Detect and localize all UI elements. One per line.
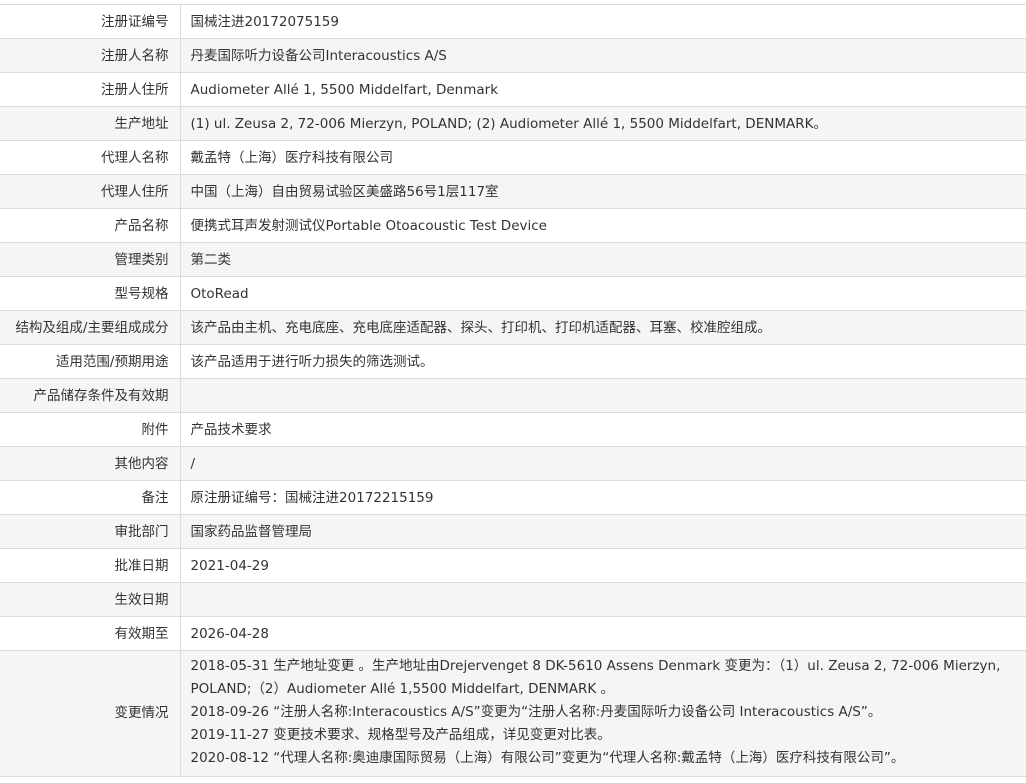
field-label: 附件 [0, 412, 181, 447]
field-value: 丹麦国际听力设备公司Interacoustics A/S [180, 38, 1026, 73]
field-value [180, 582, 1026, 617]
change-history-row: 变更情况 2018-05-31 生产地址变更 。生产地址由Drejervenge… [0, 650, 1026, 777]
field-label: 审批部门 [0, 514, 181, 549]
field-value: 第二类 [180, 242, 1026, 277]
table-row: 附件 产品技术要求 [0, 412, 1026, 447]
table-row: 批准日期 2021-04-29 [0, 548, 1026, 583]
field-value: 便携式耳声发射测试仪Portable Otoacoustic Test Devi… [180, 208, 1026, 243]
field-label: 型号规格 [0, 276, 181, 311]
field-value: / [180, 446, 1026, 481]
table-row: 备注 原注册证编号：国械注进20172215159 [0, 480, 1026, 515]
field-value: OtoRead [180, 276, 1026, 311]
table-row: 产品储存条件及有效期 [0, 378, 1026, 413]
registration-detail-table: 注册证编号 国械注进20172075159 注册人名称 丹麦国际听力设备公司In… [0, 4, 1026, 777]
table-row: 管理类别 第二类 [0, 242, 1026, 277]
table-row: 有效期至 2026-04-28 [0, 616, 1026, 651]
change-history-entry: 2018-09-26 “注册人名称:Interacoustics A/S”变更为… [190, 704, 882, 720]
field-label: 生效日期 [0, 582, 181, 617]
table-row: 注册证编号 国械注进20172075159 [0, 4, 1026, 39]
table-row: 注册人名称 丹麦国际听力设备公司Interacoustics A/S [0, 38, 1026, 73]
field-label: 注册证编号 [0, 4, 181, 39]
field-label: 备注 [0, 480, 181, 515]
table-row: 适用范围/预期用途 该产品适用于进行听力损失的筛选测试。 [0, 344, 1026, 379]
field-value: 国械注进20172075159 [180, 4, 1026, 39]
field-value: 该产品由主机、充电底座、充电底座适配器、探头、打印机、打印机适配器、耳塞、校准腔… [180, 310, 1026, 345]
field-value: 产品技术要求 [180, 412, 1026, 447]
table-row: 生效日期 [0, 582, 1026, 617]
field-value: 原注册证编号：国械注进20172215159 [180, 480, 1026, 515]
field-value: 该产品适用于进行听力损失的筛选测试。 [180, 344, 1026, 379]
field-value: 2026-04-28 [180, 616, 1026, 651]
table-row: 注册人住所 Audiometer Allé 1, 5500 Middelfart… [0, 72, 1026, 107]
table-row: 结构及组成/主要组成成分 该产品由主机、充电底座、充电底座适配器、探头、打印机、… [0, 310, 1026, 345]
table-row: 代理人名称 戴孟特（上海）医疗科技有限公司 [0, 140, 1026, 175]
field-value: 戴孟特（上海）医疗科技有限公司 [180, 140, 1026, 175]
field-label: 适用范围/预期用途 [0, 344, 181, 379]
field-label: 生产地址 [0, 106, 181, 141]
field-label: 产品名称 [0, 208, 181, 243]
field-value: Audiometer Allé 1, 5500 Middelfart, Denm… [180, 72, 1026, 107]
field-value: 2021-04-29 [180, 548, 1026, 583]
field-label: 产品储存条件及有效期 [0, 378, 181, 413]
field-label: 批准日期 [0, 548, 181, 583]
table-row: 其他内容 / [0, 446, 1026, 481]
table-row: 产品名称 便携式耳声发射测试仪Portable Otoacoustic Test… [0, 208, 1026, 243]
table-row: 审批部门 国家药品监督管理局 [0, 514, 1026, 549]
field-value [180, 378, 1026, 413]
field-label: 变更情况 [0, 650, 181, 777]
field-label: 有效期至 [0, 616, 181, 651]
field-label: 代理人住所 [0, 174, 181, 209]
change-history: 2018-05-31 生产地址变更 。生产地址由Drejervenget 8 D… [180, 650, 1026, 777]
change-history-entry: 2019-11-27 变更技术要求、规格型号及产品组成，详见变更对比表。 [190, 727, 611, 743]
change-history-entry: 2020-08-12 “代理人名称:奥迪康国际贸易（上海）有限公司”变更为“代理… [190, 750, 905, 766]
field-value: 中国（上海）自由贸易试验区美盛路56号1层117室 [180, 174, 1026, 209]
field-value: 国家药品监督管理局 [180, 514, 1026, 549]
table-row: 代理人住所 中国（上海）自由贸易试验区美盛路56号1层117室 [0, 174, 1026, 209]
field-label: 注册人名称 [0, 38, 181, 73]
field-value: (1) ul. Zeusa 2, 72-006 Mierzyn, POLAND;… [180, 106, 1026, 141]
field-label: 代理人名称 [0, 140, 181, 175]
table-row: 型号规格 OtoRead [0, 276, 1026, 311]
change-history-entry: 2018-05-31 生产地址变更 。生产地址由Drejervenget 8 D… [190, 658, 1001, 697]
field-label: 其他内容 [0, 446, 181, 481]
field-label: 结构及组成/主要组成成分 [0, 310, 181, 345]
field-label: 管理类别 [0, 242, 181, 277]
field-label: 注册人住所 [0, 72, 181, 107]
table-row: 生产地址 (1) ul. Zeusa 2, 72-006 Mierzyn, PO… [0, 106, 1026, 141]
